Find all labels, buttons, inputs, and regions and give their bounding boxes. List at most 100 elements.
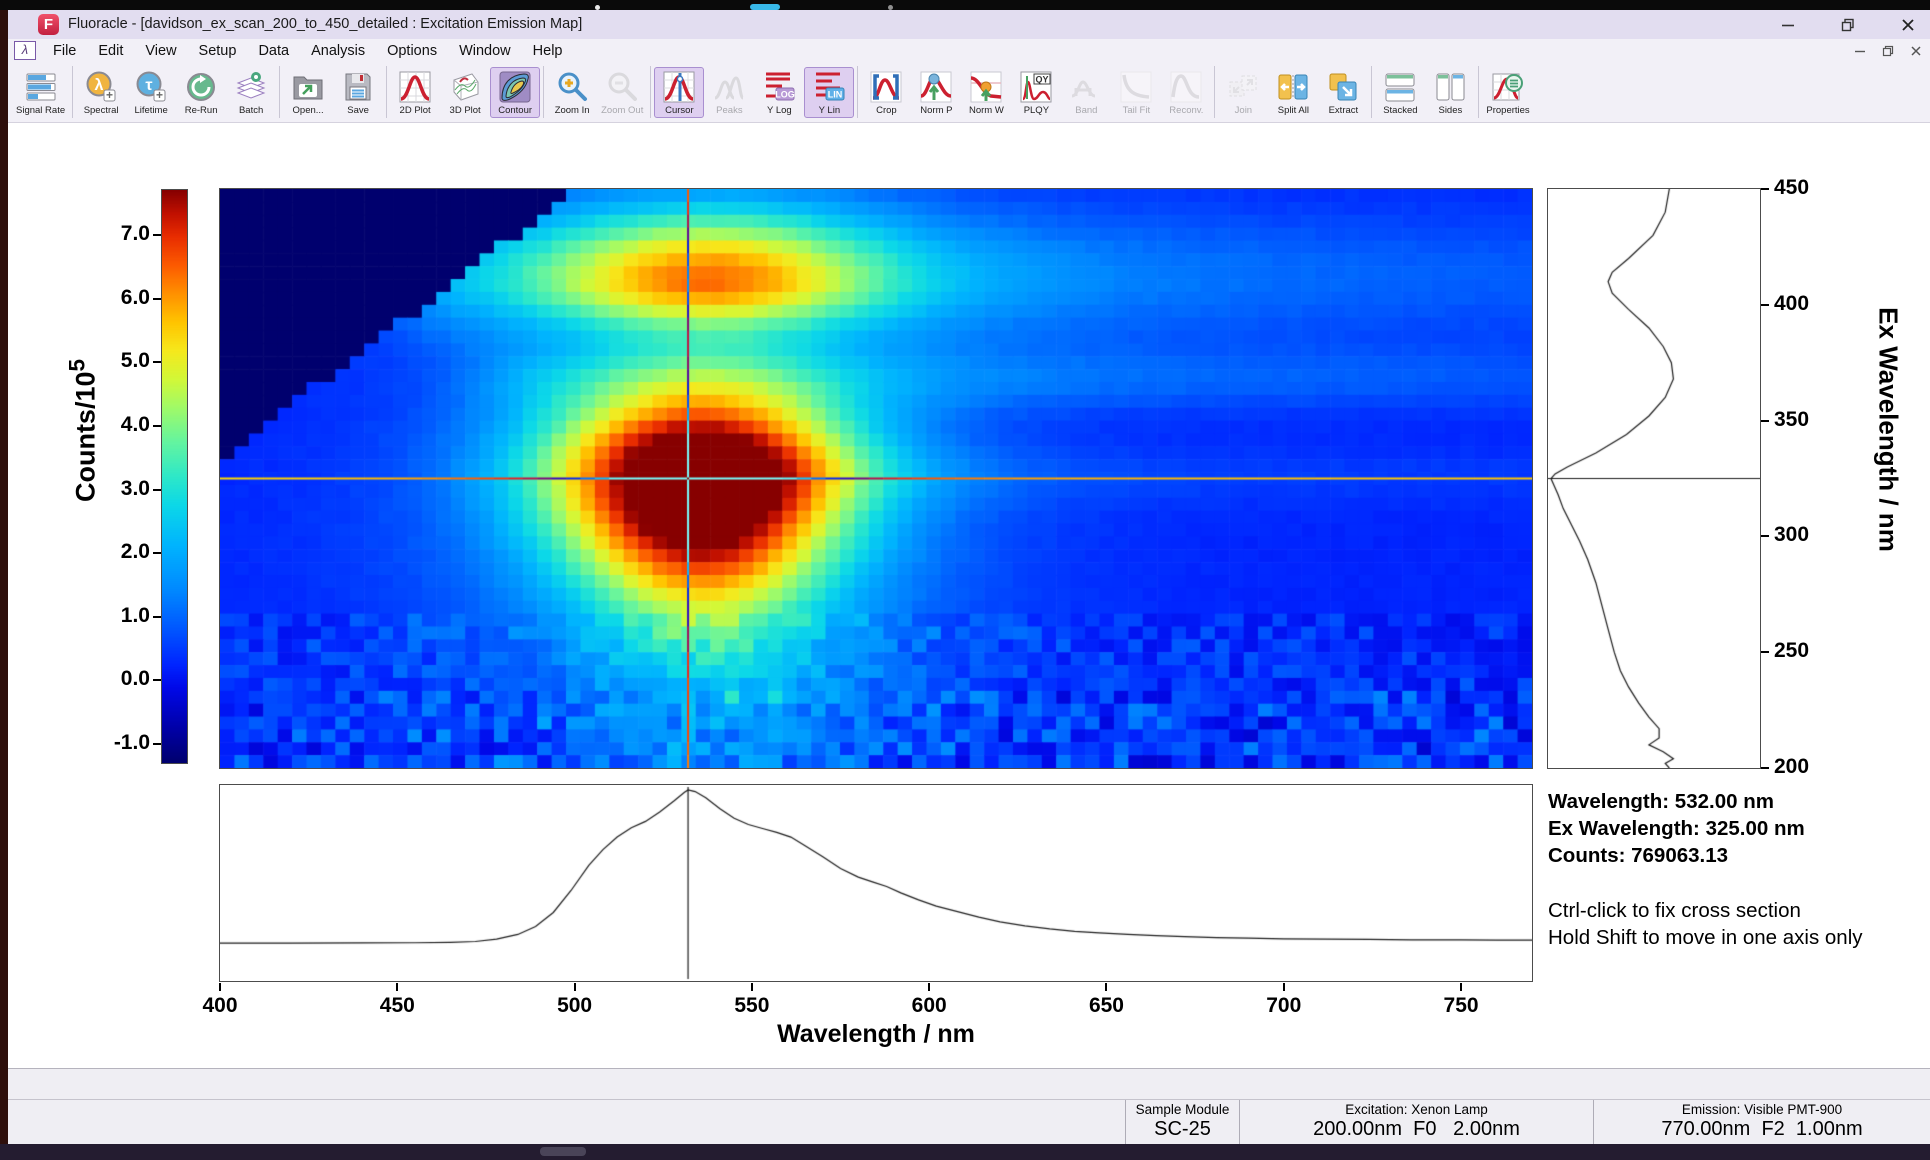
mdi-restore-button[interactable]: [1876, 43, 1900, 58]
hint-move-one-axis: Hold Shift to move in one axis only: [1548, 926, 1863, 949]
colorbar-tick-label: 4.0: [120, 412, 150, 436]
taskbar-chip: [540, 1147, 586, 1156]
toolbar-button-extract[interactable]: Extract: [1318, 67, 1368, 118]
close-button[interactable]: [1888, 16, 1928, 34]
menu-item-edit[interactable]: Edit: [87, 43, 134, 59]
excitation-tick-label: 350: [1774, 407, 1810, 431]
statusbar-cell-value: 200.00nm F0 2.00nm: [1313, 1118, 1520, 1140]
minimize-button[interactable]: [1768, 16, 1808, 34]
document-lambda-icon[interactable]: λ: [14, 41, 36, 60]
svg-text:LIN: LIN: [828, 89, 843, 99]
toolbar-button-signal-rate[interactable]: Signal Rate: [12, 67, 69, 118]
toolbar-button-3d-plot[interactable]: 3D Plot: [440, 67, 490, 118]
ylog-icon: LOG: [762, 70, 796, 104]
screen: F Fluoracle - [davidson_ex_scan_200_to_4…: [0, 0, 1930, 1160]
eem-heatmap[interactable]: [219, 188, 1533, 769]
menu-item-view[interactable]: View: [134, 43, 187, 59]
wavelength-tick-label: 600: [911, 994, 947, 1017]
mdi-close-button[interactable]: [1904, 43, 1928, 58]
toolbar-button-zoom-in[interactable]: Zoom In: [547, 67, 597, 118]
menu-item-window[interactable]: Window: [448, 43, 522, 59]
toolbar-button-lifetime[interactable]: τ + Lifetime: [126, 67, 176, 118]
restore-button[interactable]: [1828, 16, 1868, 34]
toolbar: Signal Rate λ + Spectral τ + Lifetime Re-Run Bat…: [8, 62, 1930, 123]
statusbar-cell-label: Sample Module: [1135, 1102, 1230, 1117]
cursor-icon: [662, 70, 696, 104]
toolbar-button-label: Contour: [498, 104, 533, 116]
colorbar-tick-label: 0.0: [120, 667, 150, 691]
reconv-icon: [1169, 70, 1203, 104]
excitation-axis-title: Ex Wavelength / nm: [1873, 307, 1904, 552]
excitation-tick-label: 450: [1774, 176, 1810, 199]
colorbar-tick-mark: [153, 615, 161, 618]
hint-fix-cross-section: Ctrl-click to fix cross section: [1548, 899, 1801, 922]
zoomout-icon: [605, 70, 639, 104]
toolbar-button-properties[interactable]: Properties: [1482, 67, 1533, 118]
toolbar-button-2d-plot[interactable]: 2D Plot: [390, 67, 440, 118]
toolbar-button-batch[interactable]: Batch: [226, 67, 276, 118]
toolbar-button-norm-w[interactable]: Norm W: [961, 67, 1011, 118]
toolbar-button-label: Stacked: [1383, 104, 1418, 116]
mdi-minimize-button[interactable]: [1848, 43, 1872, 58]
toolbar-button-spectral[interactable]: λ + Spectral: [76, 67, 126, 118]
titlebar: F Fluoracle - [davidson_ex_scan_200_to_4…: [8, 10, 1930, 39]
toolbar-separator: [1371, 66, 1373, 118]
toolbar-button-split-all[interactable]: Split All: [1268, 67, 1318, 118]
toolbar-button-label: Join: [1234, 104, 1253, 116]
ylin-icon: LIN: [812, 70, 846, 104]
toolbar-button-label: Zoom Out: [601, 104, 644, 116]
excitation-profile-panel[interactable]: [1547, 188, 1761, 769]
toolbar-button-crop[interactable]: Crop: [861, 67, 911, 118]
excitation-tick-label: 400: [1774, 291, 1810, 315]
colorbar-tick-label: 6.0: [120, 285, 150, 309]
emission-profile-panel[interactable]: [219, 784, 1533, 982]
toolbar-button-contour[interactable]: Contour: [490, 66, 541, 118]
toolbar-button-norm-p[interactable]: Norm P: [911, 67, 961, 118]
join-icon: [1226, 70, 1260, 104]
statusbar-cell-1: Excitation: Xenon Lamp 200.00nm F0 2.00nm: [1239, 1100, 1593, 1144]
menu-item-options[interactable]: Options: [376, 43, 448, 59]
toolbar-button-label: Re-Run: [184, 104, 218, 116]
toolbar-button-y-lin[interactable]: LIN Y Lin: [804, 66, 855, 118]
wavelength-tick-mark: [219, 983, 221, 991]
wavelength-tick-label: 550: [734, 994, 770, 1017]
excitation-tick-mark: [1761, 419, 1769, 422]
colorbar-tick-label: -1.0: [113, 730, 150, 754]
colorbar-tick-mark: [153, 679, 161, 682]
excitation-tick-mark: [1761, 535, 1769, 538]
colorbar: [161, 189, 188, 764]
excitation-tick-label: 250: [1774, 639, 1810, 663]
toolbar-button-cursor[interactable]: Cursor: [654, 66, 705, 118]
toolbar-button-label: Norm P: [920, 104, 953, 116]
wavelength-tick-mark: [396, 983, 399, 991]
wavelength-tick-label: 400: [202, 994, 238, 1017]
desktop-left-strip: [0, 10, 8, 1144]
menu-item-data[interactable]: Data: [247, 43, 300, 59]
toolbar-button-sides[interactable]: Sides: [1425, 67, 1475, 118]
toolbar-button-label: Band: [1075, 104, 1098, 116]
toolbar-button-open[interactable]: Open...: [283, 67, 333, 118]
excitation-tick-mark: [1761, 767, 1769, 769]
wavelength-tick-mark: [928, 983, 931, 991]
menubar: λ File Edit View Setup Data Analysis Options Wi…: [8, 39, 1930, 62]
menu-item-setup[interactable]: Setup: [188, 43, 248, 59]
statusbar-cell-value: SC-25: [1154, 1118, 1211, 1140]
normp-icon: [919, 70, 953, 104]
wavelength-tick-label: 500: [557, 994, 593, 1017]
menu-item-file[interactable]: File: [42, 43, 87, 59]
splitall-icon: [1276, 70, 1310, 104]
rerun-icon: [184, 70, 218, 104]
toolbar-button-label: Properties: [1486, 104, 1530, 116]
colorbar-tick-mark: [153, 742, 161, 745]
toolbar-button-save[interactable]: Save: [333, 67, 383, 118]
svg-text:QY: QY: [1036, 74, 1049, 84]
menu-item-analysis[interactable]: Analysis: [300, 43, 376, 59]
toolbar-button-stacked[interactable]: Stacked: [1375, 67, 1425, 118]
menu-item-help[interactable]: Help: [522, 43, 574, 59]
wavelength-tick-label: 700: [1266, 994, 1302, 1017]
wavelength-tick-mark: [1105, 983, 1108, 991]
open-icon: [291, 70, 325, 104]
toolbar-button-plqy[interactable]: QY PLQY: [1011, 67, 1061, 118]
toolbar-button-y-log[interactable]: LOG Y Log: [754, 67, 804, 118]
toolbar-button-re-run[interactable]: Re-Run: [176, 67, 226, 118]
